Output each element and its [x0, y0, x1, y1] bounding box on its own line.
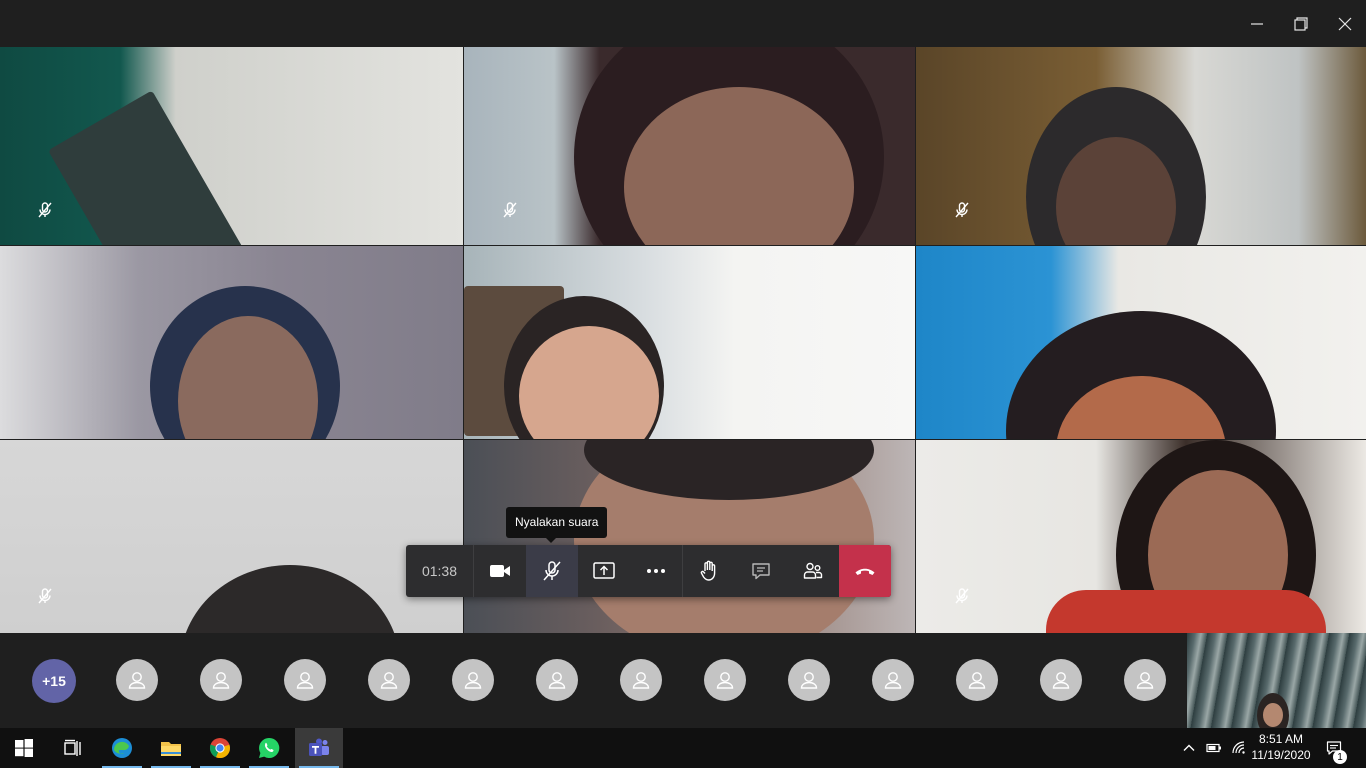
task-view-icon: [64, 739, 81, 756]
self-view-video[interactable]: [1187, 633, 1366, 728]
video-tile[interactable]: [464, 246, 915, 439]
raise-hand-button[interactable]: [683, 545, 735, 597]
video-content: [48, 90, 252, 245]
person-icon: [1052, 672, 1070, 689]
video-tile[interactable]: [916, 246, 1366, 439]
person-icon: [296, 672, 314, 689]
minimize-icon: [1251, 22, 1263, 25]
participant-avatar[interactable]: [1040, 659, 1082, 701]
more-participants-button[interactable]: +15: [32, 659, 76, 703]
video-tile[interactable]: [0, 47, 463, 245]
video-tile[interactable]: [0, 440, 463, 633]
mic-off-icon: [501, 201, 519, 219]
mic-off-icon: [953, 201, 971, 219]
chrome-icon: [209, 738, 231, 759]
person-icon: [212, 672, 230, 689]
task-view-button[interactable]: [48, 728, 96, 768]
restore-button[interactable]: [1278, 0, 1324, 47]
participant-avatar[interactable]: [704, 659, 746, 701]
clock-date: 11/19/2020: [1251, 748, 1311, 762]
participants-icon: [803, 562, 823, 579]
raise-hand-icon: [700, 560, 716, 581]
more-options-icon: [647, 569, 665, 573]
teams-taskbar-button[interactable]: [295, 728, 343, 768]
person-icon: [380, 672, 398, 689]
taskbar-clock[interactable]: 8:51 AM 11/19/2020: [1246, 731, 1316, 763]
video-tile[interactable]: [464, 47, 915, 245]
person-icon: [968, 672, 986, 689]
whatsapp-taskbar-button[interactable]: [245, 728, 293, 768]
restore-icon: [1294, 16, 1308, 31]
participant-avatar[interactable]: [620, 659, 662, 701]
more-options-button[interactable]: [630, 545, 682, 597]
chrome-taskbar-button[interactable]: [196, 728, 244, 768]
participant-avatar[interactable]: [788, 659, 830, 701]
chevron-up-icon: [1183, 744, 1195, 751]
mic-off-icon: [36, 201, 54, 219]
camera-icon: [490, 565, 510, 577]
share-screen-icon: [593, 562, 615, 579]
participant-avatar[interactable]: [452, 659, 494, 701]
video-tile[interactable]: [916, 440, 1366, 633]
edge-taskbar-button[interactable]: [98, 728, 146, 768]
camera-button[interactable]: [474, 545, 526, 597]
battery-button[interactable]: [1202, 728, 1226, 768]
hang-up-icon: [855, 568, 875, 575]
window-title-bar: [0, 0, 1366, 47]
file-explorer-taskbar-button[interactable]: [147, 728, 195, 768]
participant-avatar[interactable]: [1124, 659, 1166, 701]
person-icon: [1136, 672, 1154, 689]
show-hidden-icons-button[interactable]: [1178, 728, 1200, 768]
mic-off-icon: [953, 587, 971, 605]
person-icon: [548, 672, 566, 689]
participant-avatar[interactable]: [368, 659, 410, 701]
file-explorer-icon: [161, 742, 181, 756]
notification-count-badge: 1: [1333, 750, 1347, 764]
mic-button[interactable]: [526, 545, 578, 597]
participant-avatar[interactable]: [116, 659, 158, 701]
battery-icon: [1206, 743, 1221, 753]
participant-avatar[interactable]: [536, 659, 578, 701]
clock-time: 8:51 AM: [1258, 732, 1304, 746]
unmute-tooltip: Nyalakan suara: [506, 507, 608, 543]
video-tile[interactable]: [916, 47, 1366, 245]
close-button[interactable]: [1322, 0, 1366, 47]
person-icon: [128, 672, 146, 689]
chat-button[interactable]: [735, 545, 787, 597]
wifi-icon: [1232, 741, 1245, 754]
close-icon: [1338, 17, 1352, 30]
mic-off-icon: [36, 587, 54, 605]
participants-button[interactable]: [787, 545, 839, 597]
video-tile[interactable]: [0, 246, 463, 439]
participant-avatar[interactable]: [956, 659, 998, 701]
participant-avatar[interactable]: [872, 659, 914, 701]
call-toolbar: 01:38: [406, 545, 891, 597]
video-content: [1263, 703, 1283, 727]
person-icon: [884, 672, 902, 689]
person-icon: [632, 672, 650, 689]
video-content: [180, 565, 400, 633]
mic-off-icon: [543, 561, 561, 581]
teams-icon: [309, 738, 329, 756]
chat-icon: [752, 563, 770, 580]
minimize-button[interactable]: [1234, 0, 1280, 47]
participant-avatar[interactable]: [200, 659, 242, 701]
person-icon: [464, 672, 482, 689]
windows-taskbar: 8:51 AM 11/19/2020 1: [0, 728, 1366, 768]
participant-avatar[interactable]: [284, 659, 326, 701]
video-content: [1046, 590, 1326, 633]
whatsapp-icon: [259, 737, 280, 758]
start-button[interactable]: [0, 728, 48, 768]
edge-icon: [112, 738, 132, 758]
person-icon: [716, 672, 734, 689]
call-timer: 01:38: [406, 545, 474, 597]
participants-strip: +15: [0, 633, 1366, 728]
hang-up-button[interactable]: [839, 545, 891, 597]
windows-start-icon: [15, 739, 33, 757]
person-icon: [800, 672, 818, 689]
share-screen-button[interactable]: [578, 545, 630, 597]
